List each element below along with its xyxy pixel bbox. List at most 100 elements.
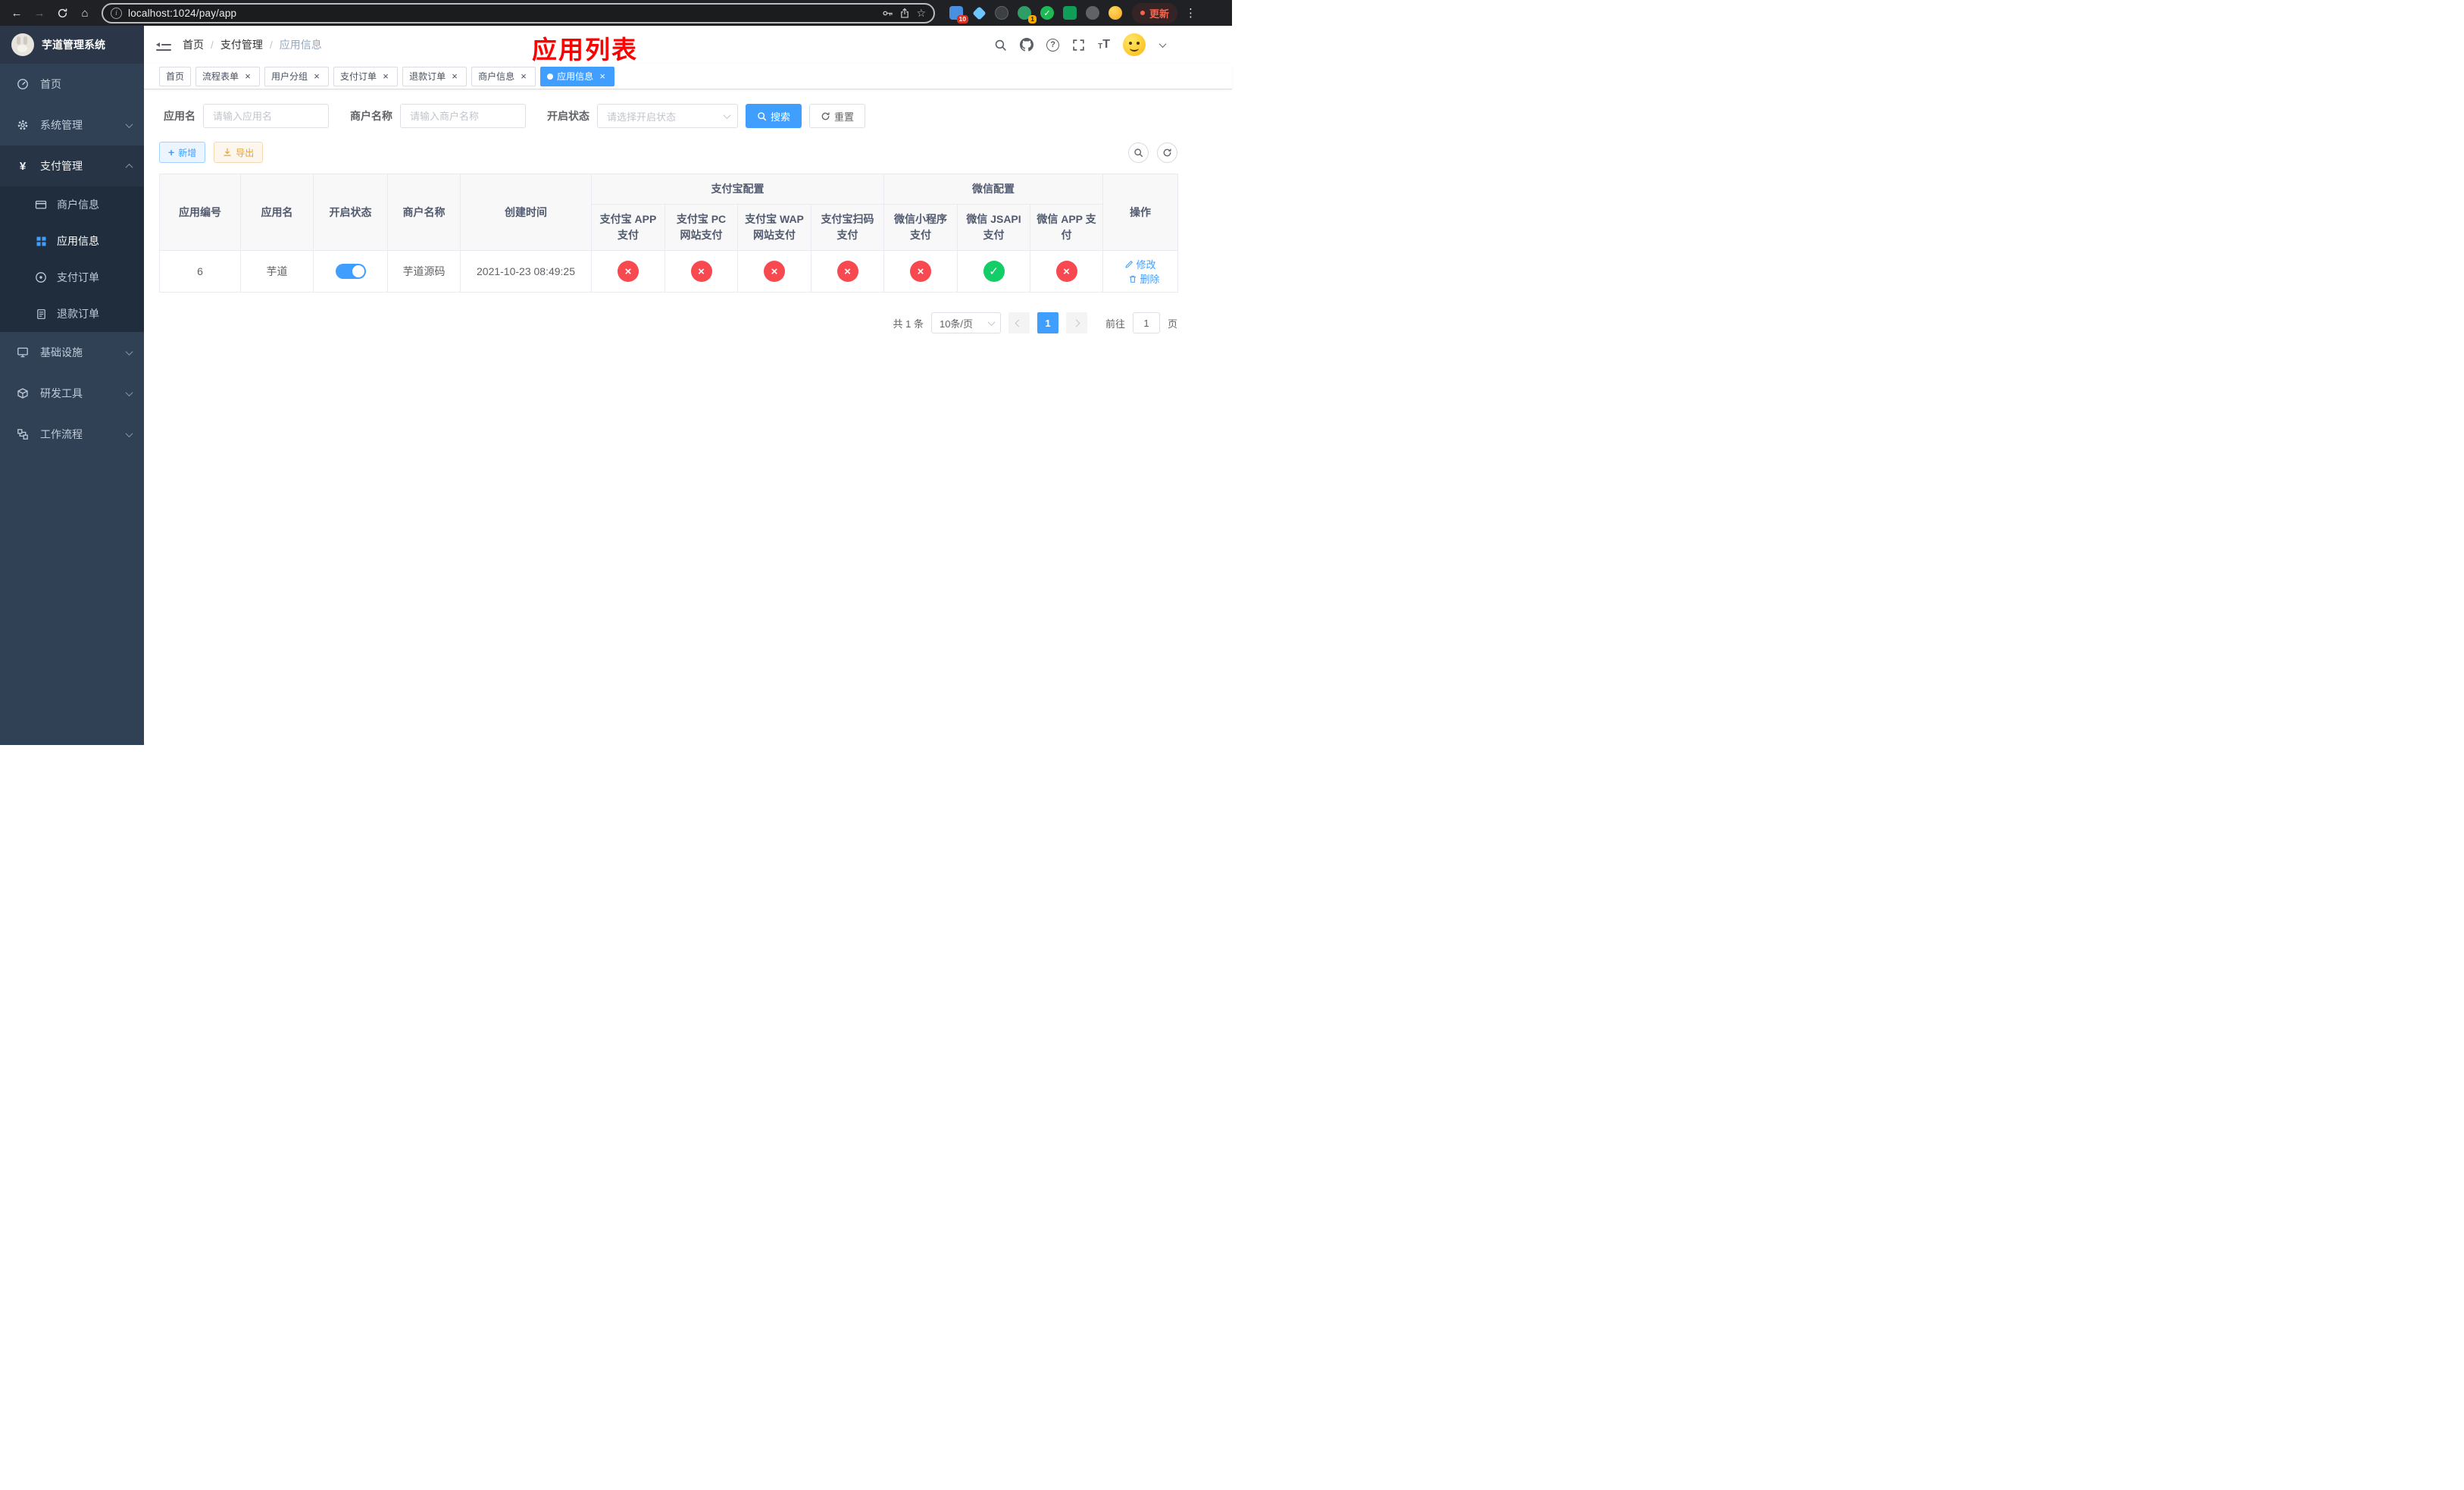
edit-link[interactable]: 修改 [1124,257,1156,271]
wechat-jsapi-status-icon: ✓ [983,261,1005,282]
fullscreen-icon[interactable] [1072,39,1085,52]
chevron-right-icon [1073,319,1080,327]
help-icon[interactable]: ? [1046,38,1060,52]
reset-button[interactable]: 重置 [809,104,866,128]
puzzle-extensions-icon[interactable] [1085,5,1100,20]
col-alipay-wap: 支付宝 WAP 网站支付 [737,204,811,251]
goto-page-input[interactable] [1132,312,1160,333]
close-tab-icon[interactable]: × [597,70,608,82]
collapse-sidebar-icon[interactable] [156,39,171,51]
alipay-wap-status-icon: × [764,261,785,282]
close-tab-icon[interactable]: × [380,70,391,82]
browser-forward-button[interactable]: → [29,2,50,23]
browser-reload-button[interactable] [52,2,73,23]
page-content: 应用名 商户名称 开启状态 请选择开启状态 搜索 [144,89,1232,745]
screen: ← → ⌂ i localhost:1024/pay/app ☆ 10 1 ✓ [0,0,1232,745]
translate-extension-icon[interactable]: 10 [949,5,968,23]
sidebar-item-home[interactable]: 首页 [0,64,144,105]
pay-order-icon [33,271,48,283]
col-app-id: 应用编号 [159,174,241,251]
avatar-extension-icon[interactable]: 1 [1017,5,1037,23]
sidebar-item-payment[interactable]: ¥ 支付管理 [0,146,144,186]
col-status: 开启状态 [313,174,388,251]
close-tab-icon[interactable]: × [242,70,253,82]
font-size-icon[interactable]: TT [1098,39,1110,51]
export-button[interactable]: 导出 [214,142,264,163]
table-row: 6 芋道 芋道源码 2021-10-23 08:49:25 × × × × × … [159,250,1178,293]
breadcrumb-home[interactable]: 首页 [183,37,204,52]
sidebar-item-merchant-info[interactable]: 商户信息 [0,186,144,223]
refresh-icon [821,111,830,120]
sidebar-item-infra[interactable]: 基础设施 [0,332,144,373]
sidebar-item-app-info[interactable]: 应用信息 [0,223,144,259]
next-page-button[interactable] [1065,312,1087,333]
tab-merchant-info[interactable]: 商户信息 × [471,66,536,86]
reload-icon [58,8,67,17]
tab-user-group[interactable]: 用户分组 × [264,66,330,86]
notes-extension-icon[interactable] [1062,5,1077,20]
avatar-caret-icon[interactable] [1159,39,1167,48]
check-extension-icon[interactable]: ✓ [1040,5,1055,20]
site-info-icon[interactable]: i [111,7,122,19]
sidebar-item-refund-order[interactable]: 退款订单 [0,296,144,332]
github-icon[interactable] [1020,38,1034,52]
bookmark-star-icon[interactable]: ☆ [916,7,926,20]
emoji-extension-icon[interactable] [1108,5,1123,20]
browser-menu-icon[interactable]: ⋮ [1179,6,1202,20]
sidebar-item-dev-tools[interactable]: 研发工具 [0,373,144,414]
address-bar[interactable]: i localhost:1024/pay/app ☆ [102,2,935,23]
wechat-mini-status-icon: × [910,261,931,282]
breadcrumb: 首页 / 支付管理 / 应用信息 [183,37,322,52]
tab-process-form[interactable]: 流程表单 × [195,66,261,86]
page-size-select[interactable]: 10条/页 [930,312,1001,333]
close-tab-icon[interactable]: × [449,70,460,82]
tab-app-info[interactable]: 应用信息 × [540,66,615,86]
browser-update-button[interactable]: 更新 [1132,2,1178,23]
col-created-time: 创建时间 [460,174,592,251]
password-key-icon[interactable] [882,8,893,19]
prev-page-button[interactable] [1008,312,1030,333]
status-switch[interactable] [335,264,366,279]
tab-refund-order[interactable]: 退款订单 × [402,66,467,86]
search-icon[interactable] [994,39,1007,52]
chevron-up-icon [125,163,133,171]
extensions-row: 10 1 ✓ [941,5,1130,23]
toggle-search-button[interactable] [1128,142,1149,163]
add-button[interactable]: + 新增 [159,142,206,163]
status-select[interactable]: 请选择开启状态 [597,104,738,128]
delete-link[interactable]: 删除 [1128,271,1160,286]
close-tab-icon[interactable]: × [518,70,529,82]
page-title-annotation: 应用列表 [532,36,638,64]
merchant-name-label: 商户名称 [350,110,392,122]
app-name-input[interactable] [203,104,329,128]
sidebar-item-pay-order[interactable]: 支付订单 [0,259,144,296]
gem-extension-icon[interactable] [971,5,987,20]
filter-form: 应用名 商户名称 开启状态 请选择开启状态 搜索 [159,104,1232,128]
credit-card-icon [33,199,48,211]
refresh-table-button[interactable] [1157,142,1177,163]
browser-back-button[interactable]: ← [6,2,27,23]
dark-extension-icon[interactable] [994,5,1009,20]
document-icon [33,308,48,320]
monitor-icon [15,346,30,358]
cell-actions: 修改 删除 [1102,250,1178,293]
sidebar-item-workflow[interactable]: 工作流程 [0,414,144,455]
user-avatar[interactable] [1123,33,1146,56]
search-button[interactable]: 搜索 [746,104,802,128]
browser-home-button[interactable]: ⌂ [74,2,95,23]
merchant-name-input[interactable] [400,104,526,128]
close-tab-icon[interactable]: × [311,70,322,82]
sidebar-item-system[interactable]: 系统管理 [0,105,144,146]
tab-pay-order[interactable]: 支付订单 × [333,66,399,86]
table-toolbar-right [1128,142,1177,163]
col-merchant-name: 商户名称 [387,174,461,251]
tab-home[interactable]: 首页 [159,66,192,86]
alipay-app-status-icon: × [618,261,639,282]
breadcrumb-payment[interactable]: 支付管理 [220,37,263,52]
share-icon[interactable] [899,8,910,19]
col-alipay-app: 支付宝 APP 支付 [591,204,665,251]
browser-toolbar: ← → ⌂ i localhost:1024/pay/app ☆ 10 1 ✓ [0,0,1232,26]
chevron-down-icon [723,111,731,119]
current-page-button[interactable]: 1 [1037,312,1058,333]
extension-badge: 10 [956,15,968,23]
